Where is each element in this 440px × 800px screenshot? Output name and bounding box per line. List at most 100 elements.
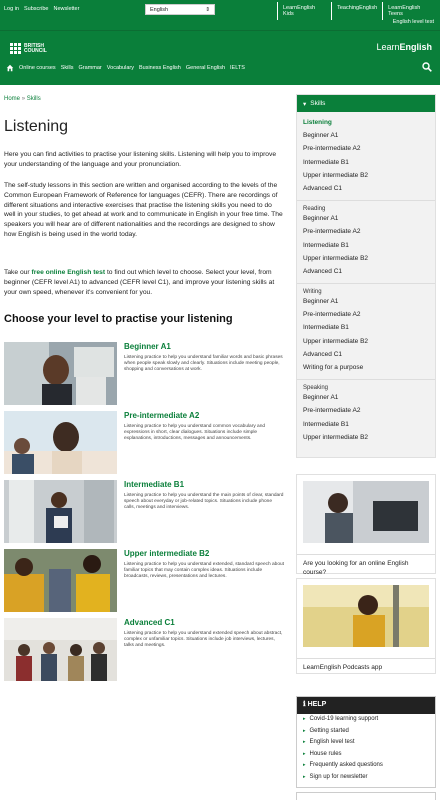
promo-text-podcasts[interactable]: LearnEnglish Podcasts app (297, 658, 435, 676)
sidebar-item[interactable]: Intermediate B1 (303, 418, 429, 431)
site-link-teaching[interactable]: TeachingEnglish (331, 2, 382, 20)
promo-podcasts-app[interactable]: LearnEnglish Podcasts app (296, 578, 436, 674)
sidebar-item[interactable]: Upper intermediate B2 (303, 431, 429, 444)
nav-business-english[interactable]: Business English (139, 65, 181, 71)
sidebar-item[interactable]: Upper intermediate B2 (303, 252, 429, 265)
subscribe-link[interactable]: Subscribe (24, 6, 48, 12)
page-title: Listening (4, 118, 69, 135)
sidebar-item[interactable]: Pre-intermediate A2 (303, 308, 429, 321)
breadcrumb-home[interactable]: Home (4, 96, 20, 102)
level-title-a2[interactable]: Pre-intermediate A2 (124, 411, 199, 420)
select-arrows-icon: ⇕ (205, 7, 210, 13)
login-link[interactable]: Log in (4, 6, 19, 12)
help-header: ℹ HELP (297, 697, 435, 714)
level-title-b1[interactable]: Intermediate B1 (124, 480, 184, 489)
nav-skills[interactable]: Skills (61, 65, 74, 71)
skills-sidebar: ▾ Skills Listening Beginner A1 Pre-interm… (296, 94, 436, 458)
nav-online-courses[interactable]: Online courses (19, 65, 56, 71)
main-header: BRITISH COUNCIL LearnEnglish Online cours… (0, 30, 440, 85)
help-box: ℹ HELP Covid-19 learning support Getting… (296, 696, 436, 788)
level-card-b2[interactable]: Upper intermediate B2 Listening practice… (4, 549, 284, 612)
level-desc-c1: Listening practice to help you understan… (124, 631, 283, 649)
level-test-link[interactable]: English level test (393, 19, 434, 25)
sidebar-header[interactable]: ▾ Skills (297, 95, 435, 112)
learnenglish-brand[interactable]: LearnEnglish (376, 42, 432, 52)
language-select[interactable]: English ⇕ (145, 4, 215, 15)
level-image-b2 (4, 549, 117, 612)
choose-level-heading: Choose your level to practise your liste… (4, 313, 233, 325)
level-test-inline-link[interactable]: free online English test (32, 269, 106, 276)
nav-vocabulary[interactable]: Vocabulary (107, 65, 134, 71)
level-image-a1 (4, 342, 117, 405)
sidebar-item[interactable]: Pre-intermediate A2 (303, 404, 429, 417)
top-bar: Log in Subscribe Newsletter English ⇕ Lea… (0, 0, 440, 30)
help-item[interactable]: English level test (297, 737, 435, 749)
level-desc-a1: Listening practice to help you understan… (124, 355, 283, 373)
level-title-b2[interactable]: Upper intermediate B2 (124, 549, 209, 558)
sidebar-item[interactable]: Beginner A1 (303, 391, 429, 404)
site-links: LearnEnglish Kids TeachingEnglish LearnE… (277, 2, 440, 20)
site-link-kids[interactable]: LearnEnglish Kids (277, 2, 331, 20)
level-desc-a2: Listening practice to help you understan… (124, 424, 266, 442)
sidebar-group-writing: Writing Beginner A1 Pre-intermediate A2 … (297, 289, 435, 381)
cefr-paragraph: The self-study lessons in this section a… (4, 182, 283, 238)
sidebar-item[interactable]: Advanced C1 (303, 348, 429, 361)
help-item[interactable]: Covid-19 learning support (297, 714, 435, 726)
sidebar-item[interactable]: Beginner A1 (303, 295, 429, 308)
test-paragraph: Take our free online English test to fin… (4, 268, 284, 297)
promo-online-course[interactable]: Are you looking for an online English co… (296, 474, 436, 576)
sidebar-item[interactable]: Pre-intermediate A2 (303, 225, 429, 238)
level-card-a1[interactable]: Beginner A1 Listening practice to help y… (4, 342, 284, 405)
sidebar-item[interactable]: Intermediate B1 (303, 156, 429, 169)
help-item[interactable]: Frequently asked questions (297, 760, 435, 772)
help-item[interactable]: Sign up for newsletter (297, 772, 435, 784)
sidebar-item[interactable]: Beginner A1 (303, 129, 429, 142)
sidebar-group-listening: Listening Beginner A1 Pre-intermediate A… (297, 112, 435, 202)
help-item[interactable]: House rules (297, 749, 435, 761)
chevron-down-icon: ▾ (303, 100, 307, 108)
level-card-b1[interactable]: Intermediate B1 Listening practice to he… (4, 480, 284, 543)
sidebar-item-listening[interactable]: Listening (303, 116, 429, 129)
promo-image-course (303, 481, 429, 543)
sidebar-item[interactable]: Advanced C1 (303, 182, 429, 195)
sidebar-title: Skills (310, 100, 326, 107)
logo-dots-icon (10, 43, 21, 54)
search-icon[interactable] (422, 62, 432, 72)
level-card-c1[interactable]: Advanced C1 Listening practice to help y… (4, 618, 284, 681)
level-title-a1[interactable]: Beginner A1 (124, 342, 171, 351)
breadcrumb-skills[interactable]: Skills (27, 96, 41, 102)
level-image-c1 (4, 618, 117, 681)
nav-general-english[interactable]: General English (186, 65, 225, 71)
help-item[interactable]: Getting started (297, 726, 435, 738)
breadcrumb: Home » Skills (4, 96, 41, 102)
level-title-c1[interactable]: Advanced C1 (124, 618, 175, 627)
home-icon[interactable] (6, 64, 14, 72)
brand-part1: Learn (376, 42, 400, 52)
sidebar-item[interactable]: Pre-intermediate A2 (303, 142, 429, 155)
level-desc-b1: Listening practice to help you understan… (124, 493, 284, 511)
sidebar-item[interactable]: Writing for a purpose (303, 361, 429, 374)
sidebar-item[interactable]: Upper intermediate B2 (303, 335, 429, 348)
site-link-teens[interactable]: LearnEnglish Teens (382, 2, 440, 20)
sidebar-item[interactable]: Intermediate B1 (303, 321, 429, 334)
british-council-logo[interactable]: BRITISH COUNCIL (10, 43, 47, 54)
level-card-a2[interactable]: Pre-intermediate A2 Listening practice t… (4, 411, 284, 474)
sidebar-group-reading: Reading Beginner A1 Pre-intermediate A2 … (297, 206, 435, 285)
brand-part2: English (399, 42, 432, 52)
nav-grammar[interactable]: Grammar (79, 65, 102, 71)
level-image-a2 (4, 411, 117, 474)
newsletter-link[interactable]: Newsletter (53, 6, 79, 12)
sidebar-item[interactable]: Advanced C1 (303, 265, 429, 278)
account-links: Log in Subscribe Newsletter (4, 6, 79, 12)
language-value: English (150, 7, 169, 13)
help-title: HELP (307, 701, 327, 708)
sidebar-item[interactable]: Intermediate B1 (303, 239, 429, 252)
next-box-edge (296, 792, 436, 800)
main-nav: Online courses Skills Grammar Vocabulary… (6, 64, 245, 72)
sidebar-item[interactable]: Beginner A1 (303, 212, 429, 225)
level-desc-b2: Listening practice to help you understan… (124, 562, 285, 580)
promo-text-course[interactable]: Are you looking for an online English co… (297, 554, 435, 581)
level-image-b1 (4, 480, 117, 543)
sidebar-item[interactable]: Upper intermediate B2 (303, 169, 429, 182)
nav-ielts[interactable]: IELTS (230, 65, 245, 71)
